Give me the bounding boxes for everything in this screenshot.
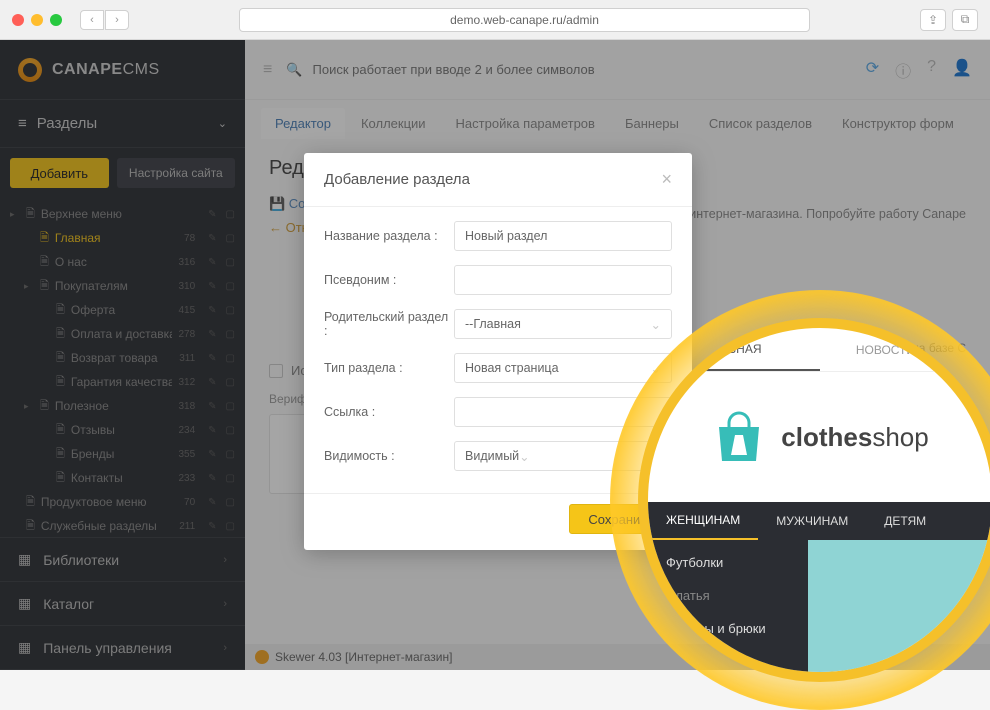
field-label-name: Название раздела :	[324, 229, 454, 243]
site-config-button[interactable]: Настройка сайта	[117, 158, 235, 188]
bottom-nav-item[interactable]: ▦Библиотеки›	[0, 538, 245, 582]
tab[interactable]: Редактор	[261, 108, 345, 139]
back-button[interactable]: ‹	[80, 10, 104, 30]
refresh-icon[interactable]: ⟳	[866, 58, 879, 82]
tree-item[interactable]: 🗎Оферта415✎▢	[0, 298, 245, 322]
tab[interactable]: Конструктор форм	[828, 108, 968, 139]
brand-logo[interactable]: CANAPECMS	[0, 40, 245, 100]
tab[interactable]: Список разделов	[695, 108, 826, 139]
bottom-nav-item[interactable]: ▦Каталог›	[0, 582, 245, 626]
modal-title: Добавление раздела	[324, 171, 470, 188]
tab[interactable]: Коллекции	[347, 108, 440, 139]
field-label-parent: Родительский раздел :	[324, 310, 454, 338]
field-label-link: Ссылка :	[324, 405, 454, 419]
preview-brand: clothesshop	[781, 422, 928, 453]
browser-chrome: ‹ › demo.web-canape.ru/admin ⇪ ⧉	[0, 0, 990, 40]
tree-item[interactable]: ▸🗎Полезное318✎▢	[0, 394, 245, 418]
sections-tree: ▸🗎Верхнее меню✎▢🗎Главная78✎▢🗎О нас316✎▢▸…	[0, 198, 245, 537]
tree-item[interactable]: ▸🗎Покупателям310✎▢	[0, 274, 245, 298]
sidebar: CANAPECMS ≡ Разделы ⌄ Добавить Настройка…	[0, 40, 245, 670]
preview-spotlight: ГЛАВНАЯ НОВОСТИ МОДЫ clothesshop ЖЕНЩИНА…	[610, 290, 990, 710]
bottom-nav-item[interactable]: ▦Панель управления›	[0, 626, 245, 670]
field-label-type: Тип раздела :	[324, 361, 454, 375]
close-icon[interactable]: ×	[661, 169, 672, 190]
save-icon[interactable]: 💾 Со	[269, 196, 305, 212]
tree-item[interactable]: 🗎О нас316✎▢	[0, 250, 245, 274]
tree-item[interactable]: 🗎Служебные разделы211✎▢	[0, 514, 245, 537]
tabs-icon[interactable]: ⧉	[952, 9, 978, 31]
tab[interactable]: Настройка параметров	[442, 108, 609, 139]
list-icon: ≡	[18, 115, 27, 132]
preview-hero-image	[808, 540, 990, 680]
field-label-alias: Псевдоним :	[324, 273, 454, 287]
tree-item[interactable]: 🗎Главная78✎▢	[0, 226, 245, 250]
preview-menu-item[interactable]: Футболки	[648, 546, 808, 579]
search-icon: 🔍	[286, 62, 302, 78]
field-label-visibility: Видимость :	[324, 449, 454, 463]
tab[interactable]: Баннеры	[611, 108, 693, 139]
search-input[interactable]	[313, 62, 852, 77]
tree-item[interactable]: 🗎Возврат товара311✎▢	[0, 346, 245, 370]
tree-item[interactable]: ▸🗎Верхнее меню✎▢	[0, 202, 245, 226]
forward-button[interactable]: ›	[105, 10, 129, 30]
tree-item[interactable]: 🗎Оплата и доставка278✎▢	[0, 322, 245, 346]
section-name-input[interactable]	[454, 221, 672, 251]
menu-toggle-icon[interactable]: ≡	[263, 61, 272, 79]
tree-item[interactable]: 🗎Контакты233✎▢	[0, 466, 245, 490]
chevron-down-icon: ⌄	[218, 117, 227, 130]
preview-menu-item[interactable]: Платья	[648, 579, 808, 612]
sections-header[interactable]: ≡ Разделы ⌄	[0, 100, 245, 148]
minimize-window[interactable]	[31, 14, 43, 26]
preview-nav-women[interactable]: ЖЕНЩИНАМ	[648, 502, 758, 540]
share-icon[interactable]: ⇪	[920, 9, 946, 31]
tab-bar: РедакторКоллекцииНастройка параметровБан…	[245, 100, 990, 139]
logo-icon	[18, 58, 42, 82]
back-link[interactable]: ← Отк	[269, 220, 307, 235]
user-icon[interactable]: 👤	[952, 58, 972, 82]
add-button[interactable]: Добавить	[10, 158, 109, 188]
url-bar[interactable]: demo.web-canape.ru/admin	[239, 8, 810, 32]
tree-item[interactable]: 🗎Отзывы234✎▢	[0, 418, 245, 442]
topbar: ≡ 🔍 ⟳ ⓘ ? 👤	[245, 40, 990, 100]
info-icon[interactable]: ⓘ	[895, 58, 911, 82]
tree-item[interactable]: 🗎Бренды355✎▢	[0, 442, 245, 466]
preview-nav-men[interactable]: МУЖЧИНАМ	[758, 502, 866, 540]
brand-name: CANAPECMS	[52, 61, 160, 79]
preview-nav-kids[interactable]: ДЕТЯМ	[866, 502, 944, 540]
checkbox-icon[interactable]	[269, 364, 283, 378]
maximize-window[interactable]	[50, 14, 62, 26]
catalog-icon: ▦	[18, 595, 31, 612]
close-window[interactable]	[12, 14, 24, 26]
status-icon	[255, 650, 269, 664]
settings-icon: ▦	[18, 639, 31, 656]
bag-icon	[711, 409, 767, 465]
help-icon[interactable]: ?	[927, 58, 936, 82]
search-box[interactable]: 🔍	[286, 62, 851, 78]
window-controls	[12, 14, 62, 26]
library-icon: ▦	[18, 551, 31, 568]
tree-item[interactable]: 🗎Продуктовое меню70✎▢	[0, 490, 245, 514]
tree-item[interactable]: 🗎Гарантия качества312✎▢	[0, 370, 245, 394]
